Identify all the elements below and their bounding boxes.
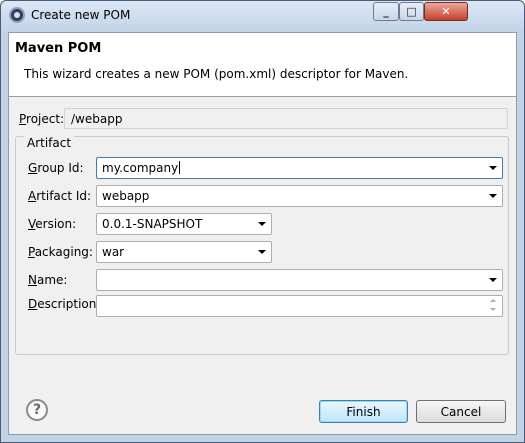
name-label: Name: (28, 273, 68, 287)
wizard-header: Maven POM This wizard creates a new POM … (9, 33, 516, 97)
group-id-label: Group Id: (28, 161, 84, 175)
packaging-combo[interactable]: war (96, 241, 272, 263)
project-field: /webapp (64, 108, 508, 129)
project-label: Project: (19, 112, 65, 126)
finish-button[interactable]: Finish (319, 400, 408, 423)
packaging-label: Packaging: (28, 245, 93, 259)
version-label: Version: (28, 217, 77, 231)
dropdown-arrow-icon[interactable] (489, 278, 497, 282)
page-title: Maven POM (15, 41, 102, 56)
dropdown-arrow-icon[interactable] (489, 166, 497, 170)
artifact-id-combo[interactable]: webapp (96, 185, 503, 207)
window-title: Create new POM (31, 8, 131, 22)
dropdown-arrow-icon[interactable] (258, 222, 266, 226)
description-textarea[interactable] (96, 295, 503, 317)
dialog-window: Create new POM _ □ ✕ Maven POM This wiza… (0, 0, 525, 443)
dialog-body: Maven POM This wizard creates a new POM … (8, 32, 517, 435)
artifact-group: Artifact Group Id: my.company Artifact I… (15, 136, 509, 355)
group-id-combo[interactable]: my.company (96, 157, 503, 179)
packaging-value: war (102, 245, 125, 259)
artifact-id-value: webapp (102, 189, 150, 203)
help-icon[interactable]: ? (26, 399, 48, 421)
title-bar[interactable]: Create new POM _ □ ✕ (1, 1, 524, 31)
description-label: Description: (28, 297, 101, 311)
version-combo[interactable]: 0.0.1-SNAPSHOT (96, 213, 272, 235)
spinner-icon[interactable] (487, 297, 501, 315)
close-button[interactable]: ✕ (424, 2, 468, 21)
artifact-legend: Artifact (24, 136, 75, 150)
version-value: 0.0.1-SNAPSHOT (102, 217, 203, 231)
artifact-id-label: Artifact Id: (28, 189, 92, 203)
dropdown-arrow-icon[interactable] (489, 194, 497, 198)
cancel-button[interactable]: Cancel (416, 400, 506, 423)
minimize-button[interactable]: _ (373, 2, 399, 21)
name-combo[interactable] (96, 269, 503, 291)
page-description: This wizard creates a new POM (pom.xml) … (24, 67, 409, 81)
app-icon (9, 7, 25, 23)
group-id-value: my.company (102, 161, 179, 175)
dropdown-arrow-icon[interactable] (258, 250, 266, 254)
maximize-button[interactable]: □ (399, 2, 424, 21)
